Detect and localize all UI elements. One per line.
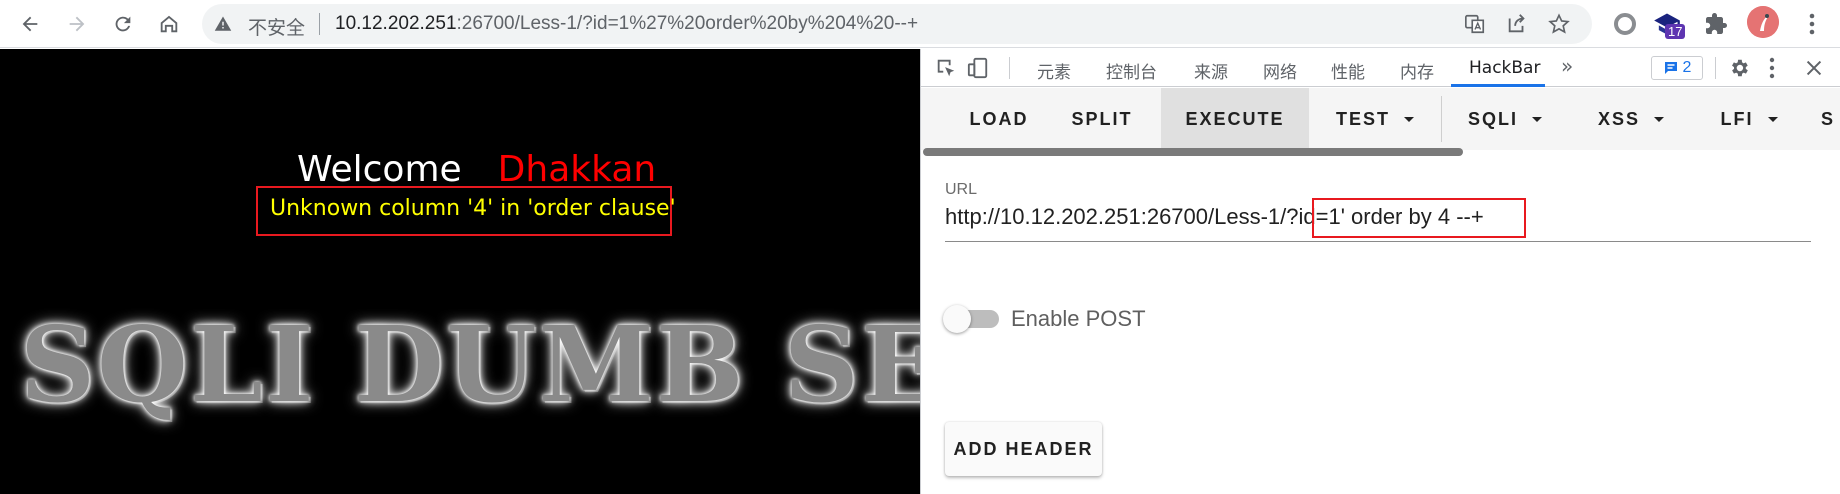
- address-bar[interactable]: 不安全 10.12.202.251:26700/Less-1/?id=1%27%…: [202, 4, 1592, 44]
- welcome-text: Welcome: [297, 149, 462, 190]
- hackbar-toolbar: LOAD SPLIT EXECUTE TEST SQLI XSS LFI S: [921, 88, 1840, 150]
- extension-circle-button[interactable]: [1610, 9, 1640, 39]
- url-field-label: URL: [945, 181, 978, 198]
- load-button[interactable]: LOAD: [949, 88, 1049, 150]
- xss-label: XSS: [1597, 108, 1641, 129]
- address-host: 10.12.202.251: [335, 13, 457, 34]
- lfi-dropdown[interactable]: LFI: [1699, 88, 1799, 150]
- forward-button[interactable]: [59, 6, 95, 42]
- tab-elements[interactable]: 元素: [1037, 58, 1071, 83]
- not-secure-label: 不安全: [248, 17, 306, 39]
- sql-error-message: Unknown column '4' in 'order clause': [270, 196, 676, 221]
- extension-badge: 17: [1665, 24, 1686, 39]
- address-path: :26700/Less-1/?id=1%27%20order%20by%204%…: [456, 13, 919, 34]
- forward-icon: [69, 16, 85, 32]
- avatar[interactable]: [1747, 6, 1779, 38]
- test-dropdown[interactable]: TEST: [1313, 88, 1437, 150]
- issues-counter[interactable]: 2: [1651, 56, 1703, 80]
- avatar-image: [1747, 6, 1779, 38]
- active-tab-indicator: [1451, 84, 1545, 87]
- tab-hackbar[interactable]: HackBar: [1469, 58, 1540, 78]
- back-button[interactable]: [12, 6, 48, 42]
- execute-button[interactable]: EXECUTE: [1161, 88, 1309, 150]
- page-viewport: Welcome Dhakkan Unknown column '4' in 'or…: [0, 49, 920, 494]
- devtools-tab-bar: 元素 控制台 来源 网络 性能 内存 HackBar » 2: [921, 49, 1840, 87]
- payload-highlight-box: [1312, 198, 1526, 238]
- xss-dropdown[interactable]: XSS: [1573, 88, 1689, 150]
- tab-performance[interactable]: 性能: [1331, 58, 1365, 83]
- puzzle-icon: [1706, 13, 1727, 34]
- add-header-button[interactable]: ADD HEADER: [945, 422, 1102, 476]
- devtools-panel: 元素 控制台 来源 网络 性能 内存 HackBar » 2 LOAD SPLI…: [920, 49, 1840, 494]
- url-input-underline: [945, 241, 1811, 242]
- extensions-button[interactable]: [1701, 9, 1731, 39]
- back-icon: [22, 16, 38, 32]
- devtools-kebab-icon[interactable]: [1767, 57, 1777, 79]
- chevron-down-icon: [1654, 116, 1665, 122]
- tab-sources[interactable]: 来源: [1194, 58, 1228, 83]
- tab-network[interactable]: 网络: [1263, 58, 1297, 83]
- address-url[interactable]: 10.12.202.251:26700/Less-1/?id=1%27%20or…: [335, 13, 918, 35]
- tab-memory[interactable]: 内存: [1400, 58, 1434, 83]
- lfi-label: LFI: [1720, 108, 1754, 129]
- device-toolbar-icon[interactable]: [967, 57, 989, 79]
- issues-count: 2: [1682, 59, 1692, 76]
- more-hackbar-button[interactable]: S: [1821, 88, 1840, 150]
- browser-menu-button[interactable]: [1797, 9, 1827, 39]
- sqli-dropdown[interactable]: SQLI: [1447, 88, 1563, 150]
- toggle-knob[interactable]: [943, 305, 971, 333]
- reload-button[interactable]: [105, 6, 141, 42]
- hackbar-scrollbar[interactable]: [923, 148, 1463, 156]
- chevron-down-icon: [1767, 116, 1778, 122]
- chevron-down-icon: [1404, 116, 1414, 122]
- more-tabs-chevron[interactable]: »: [1561, 54, 1573, 78]
- hackbar-divider: [1441, 96, 1442, 142]
- warning-icon: [214, 16, 232, 31]
- address-separator: [319, 13, 320, 35]
- share-icon[interactable]: [1506, 13, 1528, 35]
- test-label: TEST: [1335, 108, 1390, 129]
- home-icon: [160, 15, 178, 33]
- split-button[interactable]: SPLIT: [1051, 88, 1153, 150]
- tab-console[interactable]: 控制台: [1106, 58, 1157, 83]
- inspect-element-icon[interactable]: [935, 57, 957, 79]
- chevron-down-icon: [1532, 116, 1542, 122]
- browser-toolbar: 不安全 10.12.202.251:26700/Less-1/?id=1%27%…: [0, 0, 1840, 48]
- close-icon[interactable]: [1803, 57, 1825, 79]
- message-icon: [1664, 62, 1677, 74]
- extension-circle-icon: [1614, 13, 1636, 35]
- enable-post-label: Enable POST: [1011, 306, 1146, 331]
- translate-icon[interactable]: [1464, 13, 1486, 35]
- reload-icon: [115, 16, 131, 32]
- home-button[interactable]: [151, 6, 187, 42]
- welcome-name: Dhakkan: [497, 149, 657, 190]
- gear-icon[interactable]: [1728, 57, 1750, 79]
- welcome-line: Welcome Dhakkan: [297, 149, 656, 190]
- kebab-menu-icon: [1809, 13, 1815, 35]
- sqli-banner-image: SQLI DUMB SERIES: [20, 303, 920, 426]
- devtools-separator: [1715, 57, 1716, 79]
- devtools-separator: [1009, 57, 1010, 79]
- sqli-label: SQLI: [1467, 108, 1518, 129]
- star-icon[interactable]: [1548, 13, 1570, 35]
